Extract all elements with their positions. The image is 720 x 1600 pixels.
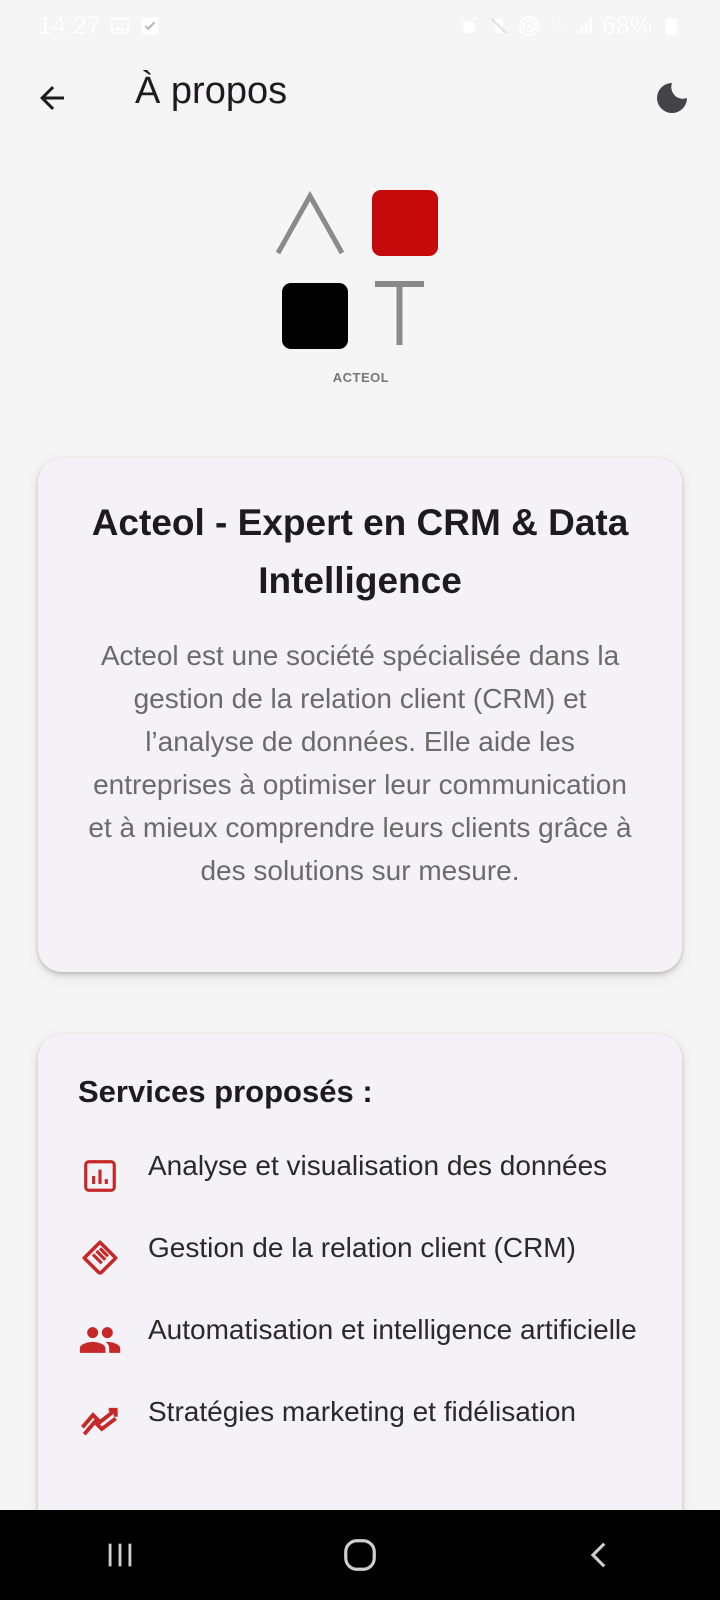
about-title: Acteol - Expert en CRM & Data Intelligen…	[91, 502, 629, 601]
hotspot-icon	[518, 15, 540, 37]
home-icon	[344, 1539, 376, 1571]
app-bar: À propos	[0, 56, 720, 140]
service-item-analytics: Analyse et visualisation des données	[78, 1144, 642, 1198]
acteol-logo-mark	[275, 190, 438, 349]
battery-icon	[665, 18, 677, 36]
service-label: Analyse et visualisation des données	[148, 1150, 608, 1181]
status-time: 14:27	[38, 11, 101, 40]
dark-mode-toggle[interactable]	[648, 74, 696, 122]
status-left: 14:27	[38, 12, 161, 41]
recent-apps-icon	[108, 1543, 132, 1567]
checkbox-icon	[141, 17, 158, 35]
home-button[interactable]	[320, 1515, 400, 1595]
service-item-automation: Automatisation et intelligence artificie…	[78, 1308, 642, 1362]
status-bar: 14:27 4G 68%	[0, 0, 720, 52]
vibrate-mute-icon	[490, 18, 507, 34]
back-button[interactable]	[28, 74, 76, 122]
system-nav-bar	[0, 1510, 720, 1600]
services-list: Analyse et visualisation des données Ges…	[78, 1144, 642, 1444]
system-back-button[interactable]	[560, 1515, 640, 1595]
about-card: Acteol - Expert en CRM & Data Intelligen…	[38, 458, 682, 972]
screen: 14:27 4G 68% À propos ACTEOL Acteol - Ex…	[0, 0, 720, 1600]
logo-caption: ACTEOL	[332, 370, 390, 385]
analytics-icon	[78, 1154, 122, 1198]
status-right: 4G 68%	[458, 12, 682, 41]
chevron-left-icon	[590, 1542, 606, 1568]
signal-icon	[575, 18, 593, 34]
people-icon	[78, 1318, 122, 1362]
arrow-back-icon	[40, 86, 64, 110]
alarm-icon	[461, 16, 477, 34]
gallery-icon	[110, 17, 129, 35]
handshake-icon	[78, 1236, 122, 1280]
service-item-marketing: Stratégies marketing et fidélisation	[78, 1390, 642, 1444]
service-label: Gestion de la relation client (CRM)	[148, 1232, 576, 1263]
about-description: Acteol est une société spécialisée dans …	[88, 640, 632, 886]
network-type: 4G	[547, 19, 564, 33]
acteol-logo: ACTEOL	[275, 190, 446, 390]
service-item-crm: Gestion de la relation client (CRM)	[78, 1226, 642, 1280]
service-label: Stratégies marketing et fidélisation	[148, 1396, 576, 1427]
service-label: Automatisation et intelligence artificie…	[148, 1314, 637, 1345]
recent-apps-button[interactable]	[80, 1515, 160, 1595]
trending-down-icon	[78, 1400, 122, 1444]
services-title: Services proposés :	[78, 1074, 373, 1109]
page-title: À propos	[135, 70, 288, 112]
moon-icon	[657, 83, 687, 113]
battery-percent: 68%	[601, 11, 652, 40]
